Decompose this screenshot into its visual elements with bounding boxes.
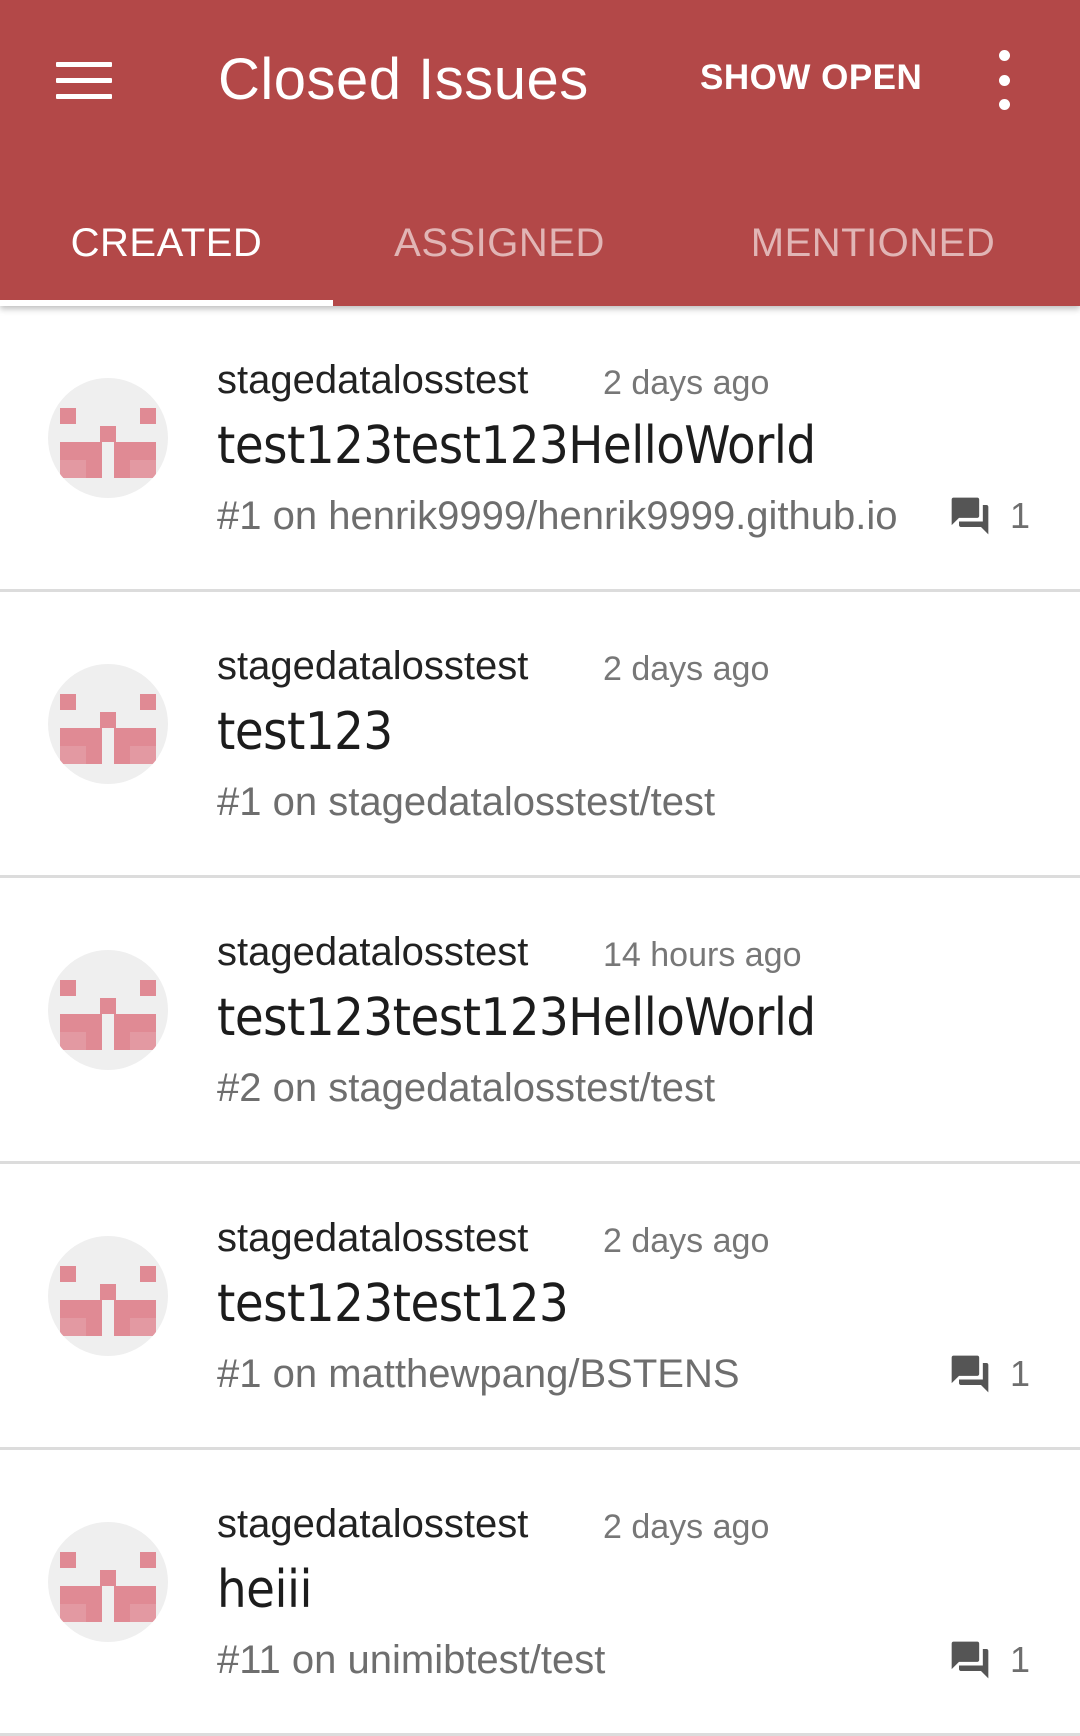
issue-author: stagedatalosstest [217,358,529,402]
comment-count-label: 1 [1009,1353,1030,1394]
comment-icon [948,1638,992,1682]
comment-count: 1 [948,494,1030,538]
issue-title: test123test123HelloWorld [217,416,816,476]
comment-count-label: 1 [1009,1639,1030,1680]
tab-mentioned[interactable]: MENTIONED [666,180,1080,306]
issue-title: heiii [217,1560,312,1620]
menu-icon[interactable] [40,40,128,120]
issue-author: stagedatalosstest [217,644,529,688]
issue-time: 2 days ago [603,1508,770,1546]
issue-repo-info: #1 on henrik9999/henrik9999.github.io [217,494,898,538]
comment-count: 1 [948,1352,1030,1396]
comment-count: 1 [948,1638,1030,1682]
comment-icon [948,494,992,538]
issue-author: stagedatalosstest [217,1502,529,1546]
issue-author: stagedatalosstest [217,1216,529,1260]
issue-list: stagedatalosstest 2 days ago test123test… [0,306,1080,1736]
show-open-button[interactable]: SHOW OPEN [700,58,922,98]
issue-row[interactable]: stagedatalosstest 2 days ago heiii #11 o… [0,1450,1080,1736]
issue-time: 2 days ago [603,650,770,688]
comment-icon [948,1352,992,1396]
issue-repo-info: #1 on matthewpang/BSTENS [217,1352,740,1396]
comment-count-label: 1 [1009,495,1030,536]
avatar [48,664,168,784]
issue-author: stagedatalosstest [217,930,529,974]
avatar [48,1522,168,1642]
avatar [48,950,168,1070]
issue-title: test123 [217,702,393,762]
tab-bar: CREATED ASSIGNED MENTIONED [0,180,1080,306]
issue-repo-info: #2 on stagedatalosstest/test [217,1066,716,1110]
issue-repo-info: #1 on stagedatalosstest/test [217,780,716,824]
more-vert-icon[interactable] [984,50,1024,110]
issue-time: 14 hours ago [603,936,802,974]
tab-created[interactable]: CREATED [0,180,333,306]
issue-time: 2 days ago [603,364,770,402]
issue-row[interactable]: stagedatalosstest 2 days ago test123test… [0,1164,1080,1450]
app-bar: Closed Issues SHOW OPEN CREATED ASSIGNED… [0,0,1080,306]
issue-row[interactable]: stagedatalosstest 2 days ago test123 #1 … [0,592,1080,878]
issue-repo-info: #11 on unimibtest/test [217,1638,606,1682]
tab-assigned[interactable]: ASSIGNED [333,180,666,306]
avatar [48,1236,168,1356]
issue-row[interactable]: stagedatalosstest 2 days ago test123test… [0,306,1080,592]
issue-row[interactable]: stagedatalosstest 14 hours ago test123te… [0,878,1080,1164]
page-title: Closed Issues [218,47,589,112]
issue-time: 2 days ago [603,1222,770,1260]
avatar [48,378,168,498]
issue-title: test123test123 [217,1274,569,1334]
issue-title: test123test123HelloWorld [217,988,816,1048]
